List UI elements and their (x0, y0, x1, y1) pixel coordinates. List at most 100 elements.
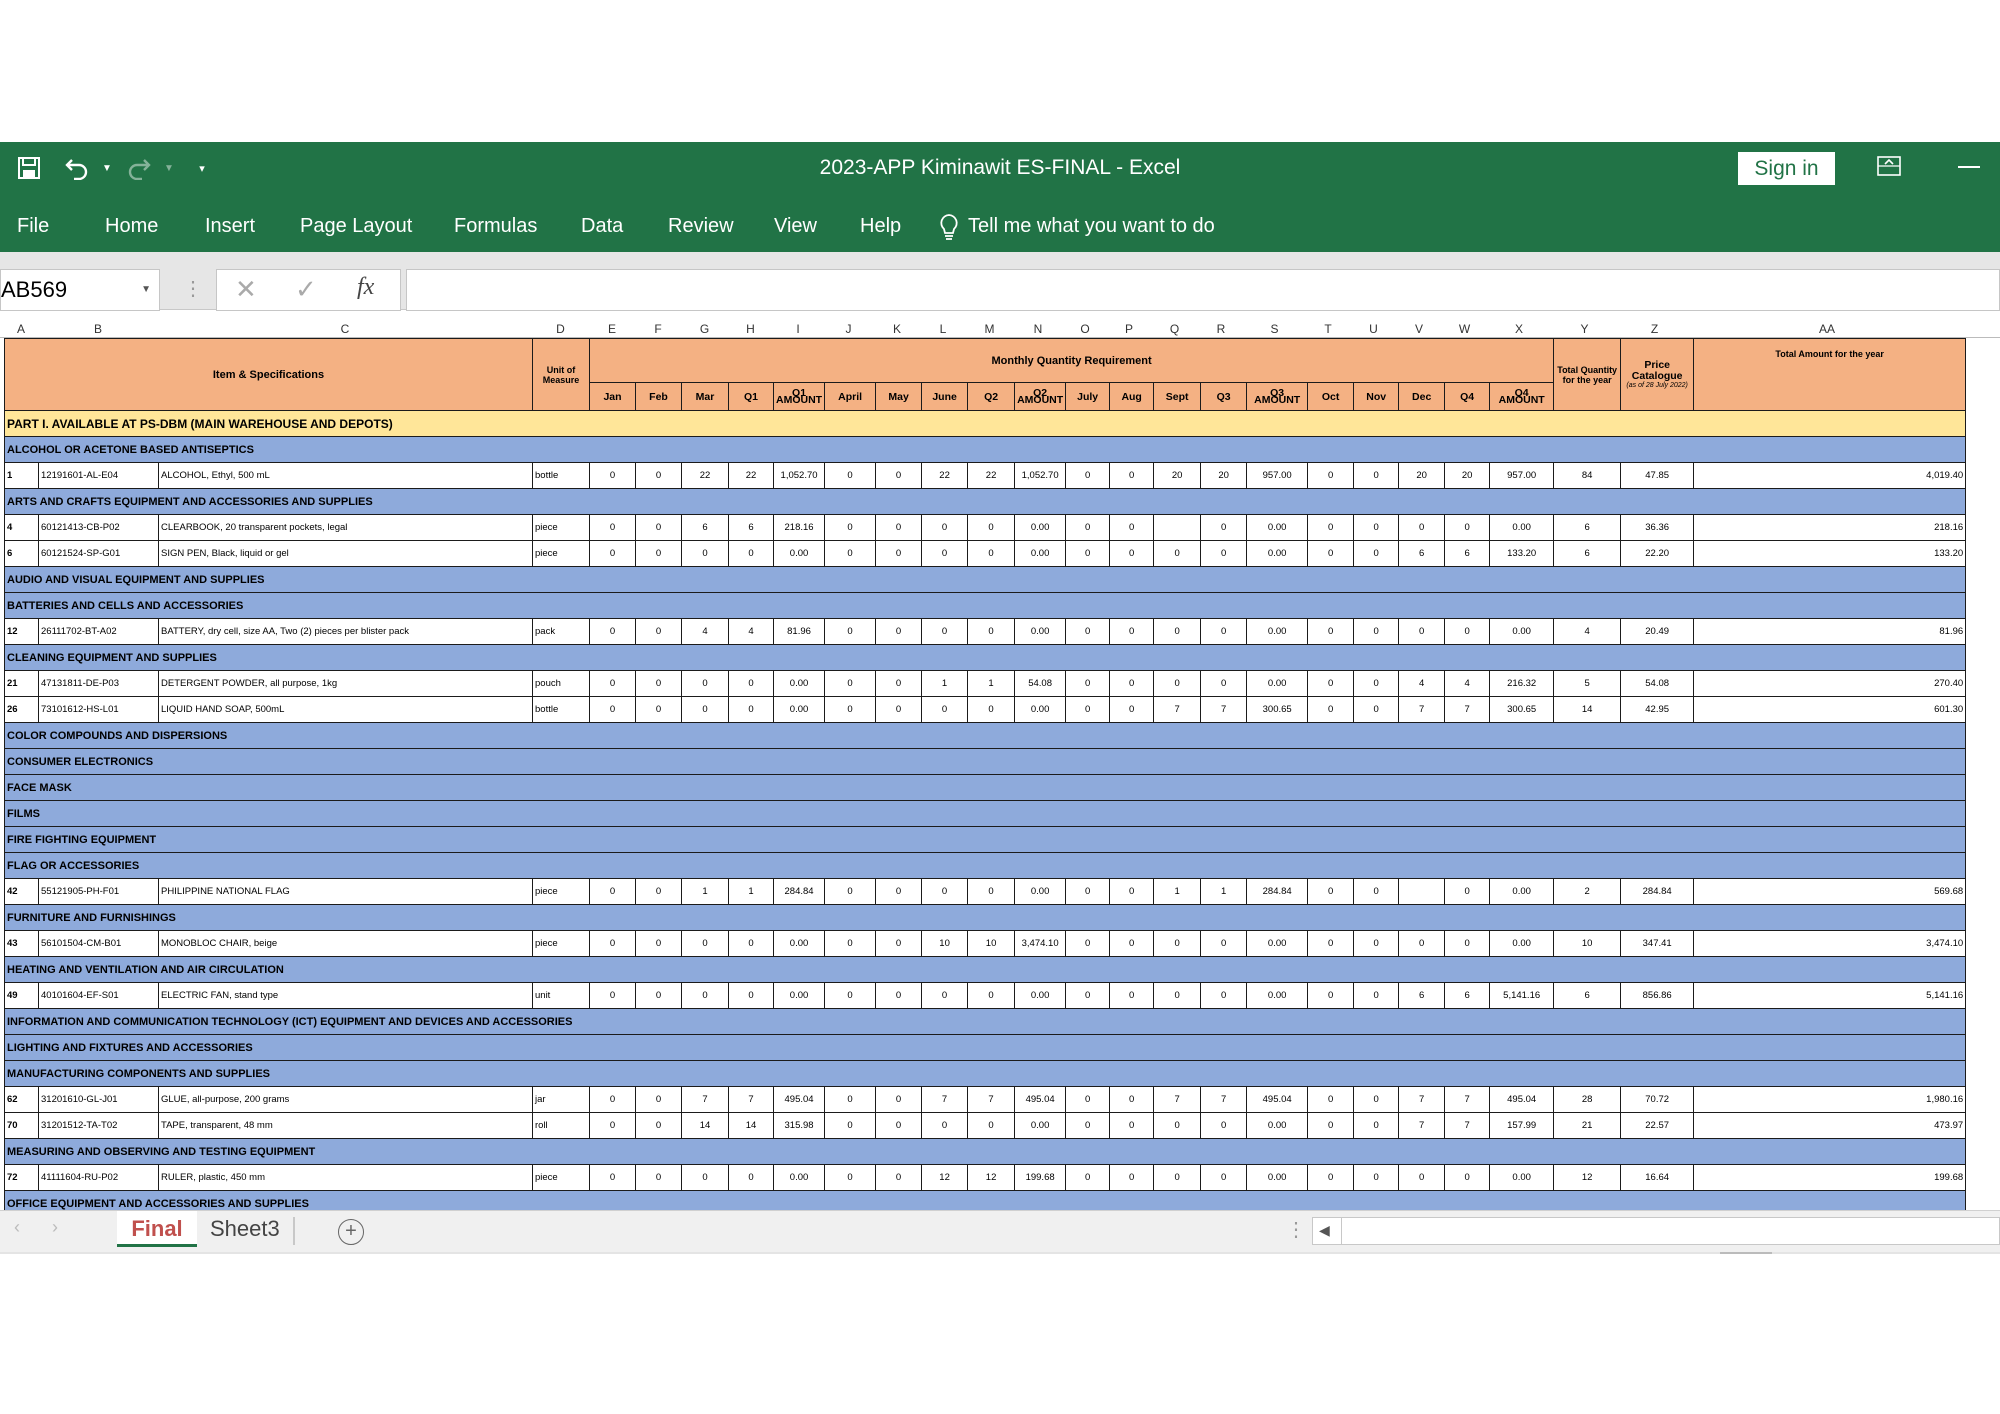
table-cell[interactable]: 20.49 (1620, 618, 1695, 645)
table-cell[interactable]: 6 (681, 514, 729, 541)
table-cell[interactable]: 5,141.16 (1693, 982, 1967, 1009)
table-cell[interactable]: ALCOHOL, Ethyl, 500 mL (158, 462, 533, 489)
table-cell[interactable]: 0 (1398, 618, 1446, 645)
table-cell[interactable]: piece (532, 540, 590, 567)
table-cell[interactable]: 0 (1153, 618, 1202, 645)
table-cell[interactable]: 315.98 (772, 1112, 826, 1139)
table-cell[interactable]: 55121905-PH-F01 (38, 878, 159, 905)
table-cell[interactable]: 157.99 (1489, 1112, 1555, 1139)
table-cell[interactable]: 0 (635, 618, 682, 645)
table-cell[interactable]: 81.96 (1693, 618, 1967, 645)
table-cell[interactable]: 43 (4, 930, 39, 957)
table-cell[interactable]: 0 (1065, 1164, 1111, 1191)
table-cell[interactable]: 14 (728, 1112, 774, 1139)
tell-me-search[interactable]: Tell me what you want to do (968, 204, 1215, 248)
table-cell[interactable]: 12 (4, 618, 39, 645)
table-cell[interactable]: 0.00 (1246, 1164, 1309, 1191)
column-letter[interactable]: P (1107, 322, 1151, 336)
table-cell[interactable]: 0 (635, 1086, 682, 1113)
table-cell[interactable]: 0 (1109, 540, 1155, 567)
table-cell[interactable]: 0 (1307, 462, 1355, 489)
table-cell[interactable]: 1 (921, 670, 969, 697)
table-cell[interactable]: unit (532, 982, 590, 1009)
category-label[interactable]: OFFICE EQUIPMENT AND ACCESSORIES AND SUP… (3, 1190, 1967, 1210)
table-cell[interactable]: 0 (1307, 930, 1355, 957)
table-cell[interactable]: 31201610-GL-J01 (38, 1086, 159, 1113)
header-item-spec[interactable]: Item & Specifications (4, 338, 533, 411)
table-cell[interactable]: 0 (1200, 540, 1248, 567)
table-cell[interactable]: bottle (532, 462, 590, 489)
table-cell[interactable]: 0.00 (1014, 1112, 1067, 1139)
table-cell[interactable]: 22 (728, 462, 774, 489)
table-cell[interactable]: 0 (967, 878, 1016, 905)
table-cell[interactable]: 7 (1398, 696, 1446, 723)
table-cell[interactable]: 0 (824, 514, 877, 541)
table-cell[interactable]: 0 (1153, 540, 1202, 567)
table-cell[interactable]: 0 (1444, 514, 1491, 541)
minimize-icon[interactable] (1958, 166, 1980, 168)
table-cell[interactable]: 60121524-SP-G01 (38, 540, 159, 567)
table-cell[interactable]: 1,052.70 (772, 462, 826, 489)
table-cell[interactable]: piece (532, 1164, 590, 1191)
table-cell[interactable]: 0 (1200, 618, 1248, 645)
column-letter[interactable]: W (1442, 322, 1487, 336)
table-cell[interactable]: 7 (1398, 1086, 1446, 1113)
category-label[interactable]: ALCOHOL OR ACETONE BASED ANTISEPTICS (3, 436, 1967, 463)
table-cell[interactable]: 73101612-HS-L01 (38, 696, 159, 723)
header-month[interactable]: June (921, 382, 969, 411)
table-cell[interactable]: 4 (1444, 670, 1491, 697)
table-cell[interactable]: 0.00 (772, 540, 826, 567)
table-cell[interactable]: 0 (875, 1112, 923, 1139)
table-cell[interactable]: 218.16 (1693, 514, 1967, 541)
table-cell[interactable]: 0 (1200, 1164, 1248, 1191)
category-label[interactable]: INFORMATION AND COMMUNICATION TECHNOLOGY… (3, 1008, 1967, 1035)
enter-icon[interactable]: ✓ (295, 274, 317, 305)
table-cell[interactable]: 0.00 (1489, 514, 1555, 541)
table-cell[interactable]: 0 (635, 670, 682, 697)
table-cell[interactable]: 6 (1444, 982, 1491, 1009)
table-cell[interactable]: 0 (728, 696, 774, 723)
table-cell[interactable]: 0 (1353, 514, 1400, 541)
table-cell[interactable]: 0 (1353, 878, 1400, 905)
table-cell[interactable]: 601.30 (1693, 696, 1967, 723)
sign-in-button[interactable]: Sign in (1738, 152, 1835, 185)
tab-data[interactable]: Data (581, 204, 623, 248)
header-month[interactable]: Q1 (728, 382, 774, 411)
table-cell[interactable]: 0 (1307, 982, 1355, 1009)
table-cell[interactable]: 0 (681, 670, 729, 697)
column-letter[interactable]: J (823, 322, 874, 336)
table-cell[interactable]: 20 (1200, 462, 1248, 489)
customize-qat-icon[interactable]: ▾ (192, 150, 212, 186)
table-cell[interactable]: 0 (1065, 462, 1111, 489)
table-cell[interactable]: 216.32 (1489, 670, 1555, 697)
table-cell[interactable]: 0 (1200, 1112, 1248, 1139)
header-month[interactable]: Q2 (967, 382, 1016, 411)
table-cell[interactable]: 4 (681, 618, 729, 645)
table-cell[interactable]: 0 (1353, 1086, 1400, 1113)
table-cell[interactable]: 0 (967, 982, 1016, 1009)
table-cell[interactable]: 0 (1444, 878, 1491, 905)
table-cell[interactable]: 0 (824, 618, 877, 645)
table-cell[interactable]: 47.85 (1620, 462, 1695, 489)
table-cell[interactable]: 0 (1109, 930, 1155, 957)
table-cell[interactable]: 0 (921, 540, 969, 567)
category-label[interactable]: LIGHTING AND FIXTURES AND ACCESSORIES (3, 1034, 1967, 1061)
table-cell[interactable]: PHILIPPINE NATIONAL FLAG (158, 878, 533, 905)
table-cell[interactable]: 0.00 (1014, 696, 1067, 723)
table-cell[interactable]: 0 (1153, 1164, 1202, 1191)
table-cell[interactable]: 7 (1200, 1086, 1248, 1113)
table-cell[interactable]: 1 (4, 462, 39, 489)
table-cell[interactable]: 0 (589, 982, 636, 1009)
table-cell[interactable]: 957.00 (1246, 462, 1309, 489)
table-cell[interactable]: 0 (1353, 462, 1400, 489)
table-cell[interactable]: 12191601-AL-E04 (38, 462, 159, 489)
table-cell[interactable]: 0 (1065, 670, 1111, 697)
table-cell[interactable]: 0.00 (1014, 982, 1067, 1009)
table-cell[interactable]: 0 (1109, 1164, 1155, 1191)
table-cell[interactable]: 270.40 (1693, 670, 1967, 697)
table-cell[interactable]: 6 (1553, 540, 1622, 567)
table-cell[interactable]: 16.64 (1620, 1164, 1695, 1191)
table-cell[interactable]: 133.20 (1693, 540, 1967, 567)
table-cell[interactable]: 0.00 (1246, 1112, 1309, 1139)
tabs-splitter-icon[interactable]: ⋮ (1286, 1217, 1306, 1242)
